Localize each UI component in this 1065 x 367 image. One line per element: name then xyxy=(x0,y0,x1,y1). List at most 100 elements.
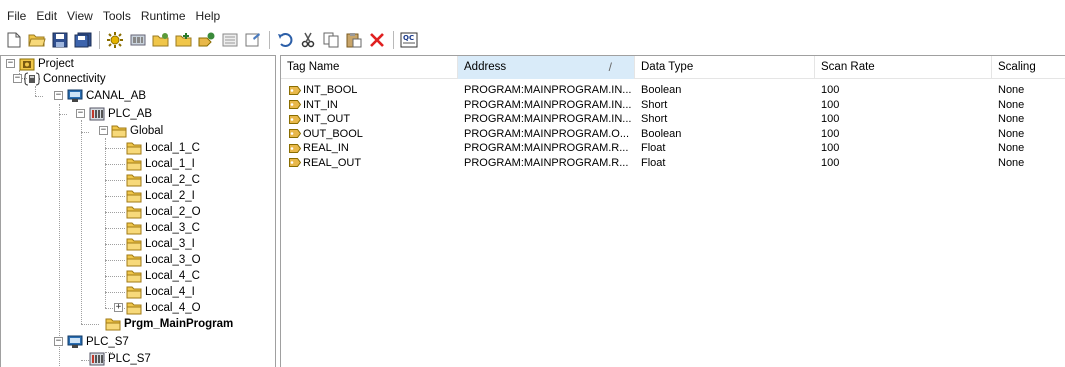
tree-expander-global[interactable]: − xyxy=(99,126,108,135)
tag-list-pane: Tag Name Address / Data Type Scan Rate Sc… xyxy=(280,55,1065,367)
save-all-icon[interactable] xyxy=(73,30,93,50)
device-icon[interactable] xyxy=(128,30,148,50)
sort-indicator-icon: / xyxy=(608,60,612,74)
cell-scan-rate: 100 xyxy=(821,98,840,111)
tree-label: Local_2_I xyxy=(145,190,195,202)
table-row[interactable]: INT_OUT PROGRAM:MAINPROGRAM.IN... Short 100… xyxy=(281,112,1065,127)
menu-runtime[interactable]: Runtime xyxy=(136,7,191,25)
tag-list-header: Tag Name Address / Data Type Scan Rate Sc… xyxy=(281,56,1065,79)
properties-icon[interactable] xyxy=(220,30,240,50)
tree-node-group[interactable]: Local_3_C xyxy=(126,220,200,236)
tree-node-group[interactable]: Local_1_I xyxy=(126,156,195,172)
folder-icon xyxy=(105,317,121,331)
tree-connector xyxy=(81,324,99,325)
tree-expander-plc-ab[interactable]: − xyxy=(76,109,85,118)
table-row[interactable]: REAL_IN PROGRAM:MAINPROGRAM.R... Float 100 N… xyxy=(281,141,1065,156)
column-header-tag-name[interactable]: Tag Name xyxy=(281,56,458,79)
add-group-icon[interactable] xyxy=(151,30,171,50)
tree-expander-group[interactable]: + xyxy=(114,303,123,312)
menu-file[interactable]: File xyxy=(2,7,31,25)
new-document-icon[interactable] xyxy=(4,30,24,50)
column-header-scaling[interactable]: Scaling xyxy=(992,56,1065,79)
folder-icon xyxy=(126,285,142,299)
tree-label: Local_3_O xyxy=(145,254,201,266)
column-header-label: Scan Rate xyxy=(821,61,875,73)
tag-name-text: REAL_IN xyxy=(303,142,349,155)
tree-node-device-s7[interactable]: PLC_S7 xyxy=(89,351,151,367)
tree-node-group[interactable]: Local_3_O xyxy=(126,252,201,268)
tree-node-connectivity[interactable]: Connectivity xyxy=(23,71,106,87)
tree-connector xyxy=(105,164,125,165)
copy-icon[interactable] xyxy=(321,30,341,50)
tag-icon xyxy=(289,114,301,124)
tree-node-channel-s7[interactable]: PLC_S7 xyxy=(67,334,129,350)
tree-node-group[interactable]: Local_2_O xyxy=(126,204,201,220)
tree-node-global[interactable]: Global xyxy=(111,123,163,139)
menu-edit[interactable]: Edit xyxy=(31,7,62,25)
settings-icon[interactable] xyxy=(243,30,263,50)
tree-node-group[interactable]: Local_4_I xyxy=(126,284,195,300)
tree-node-group[interactable]: Local_4_C xyxy=(126,268,200,284)
tree-label: Local_1_I xyxy=(145,158,195,170)
tree-node-group[interactable]: Local_2_C xyxy=(126,172,200,188)
cell-data-type: Short xyxy=(641,113,668,126)
add-folder-icon[interactable] xyxy=(174,30,194,50)
tree-node-group[interactable]: Local_4_O xyxy=(126,300,201,316)
cell-data-type: Boolean xyxy=(641,84,682,97)
cell-scan-rate: 100 xyxy=(821,113,840,126)
cell-address: PROGRAM:MAINPROGRAM.R... xyxy=(464,142,629,155)
tree-label: Local_2_O xyxy=(145,206,201,218)
tree-node-group[interactable]: Local_1_C xyxy=(126,140,200,156)
menu-help[interactable]: Help xyxy=(191,7,226,25)
add-tag-icon[interactable] xyxy=(197,30,217,50)
tree-label: PLC_S7 xyxy=(108,353,151,365)
connectivity-icon[interactable] xyxy=(105,30,125,50)
cell-scaling: None xyxy=(998,142,1025,155)
quick-client-icon[interactable]: QC xyxy=(399,30,419,50)
cell-address: PROGRAM:MAINPROGRAM.IN... xyxy=(464,98,632,111)
tree-node-project[interactable]: Project xyxy=(19,56,74,72)
tree-node-group[interactable]: Local_2_I xyxy=(126,188,195,204)
tree-label: Local_3_I xyxy=(145,238,195,250)
project-tree-pane: − Project − Connectivity − CANAL_AB − PL… xyxy=(0,55,276,367)
delete-icon[interactable] xyxy=(367,30,387,50)
tree-connector xyxy=(81,132,89,133)
tag-name-text: INT_OUT xyxy=(303,113,351,126)
cell-tag-name: INT_BOOL xyxy=(281,84,458,96)
column-header-scan-rate[interactable]: Scan Rate xyxy=(815,56,992,79)
table-row[interactable]: INT_BOOL PROGRAM:MAINPROGRAM.IN... Boolean… xyxy=(281,83,1065,98)
tree-connector xyxy=(35,96,43,97)
cell-scan-rate: 100 xyxy=(821,127,840,140)
tag-icon xyxy=(289,85,301,95)
column-header-data-type[interactable]: Data Type xyxy=(635,56,815,79)
cell-address: PROGRAM:MAINPROGRAM.IN... xyxy=(464,113,632,126)
save-icon[interactable] xyxy=(50,30,70,50)
menu-view[interactable]: View xyxy=(62,7,98,25)
paste-icon[interactable] xyxy=(344,30,364,50)
tree-expander-project[interactable]: − xyxy=(6,59,15,68)
tree-connector xyxy=(35,86,36,96)
tree-node-plc-ab[interactable]: PLC_AB xyxy=(89,106,152,122)
cut-icon[interactable] xyxy=(298,30,318,50)
tree-node-main-program[interactable]: Prgm_MainProgram xyxy=(105,316,233,332)
tree-connector xyxy=(59,114,67,115)
tree-expander-connectivity[interactable]: − xyxy=(13,74,22,83)
open-folder-icon[interactable] xyxy=(27,30,47,50)
column-header-address[interactable]: Address / xyxy=(458,56,635,79)
tag-name-text: INT_BOOL xyxy=(303,84,358,97)
undo-icon[interactable] xyxy=(275,30,295,50)
cell-address: PROGRAM:MAINPROGRAM.R... xyxy=(464,156,629,169)
menu-tools[interactable]: Tools xyxy=(98,7,136,25)
cell-scaling: None xyxy=(998,156,1025,169)
toolbar-separator xyxy=(269,31,270,49)
tree-label: Local_2_C xyxy=(145,174,200,186)
project-icon xyxy=(19,57,35,71)
tree-node-group[interactable]: Local_3_I xyxy=(126,236,195,252)
tree-expander-channel-s7[interactable]: − xyxy=(54,337,63,346)
table-row[interactable]: INT_IN PROGRAM:MAINPROGRAM.IN... Short 100 N… xyxy=(281,98,1065,113)
folder-icon xyxy=(126,157,142,171)
table-row[interactable]: REAL_OUT PROGRAM:MAINPROGRAM.R... Float 100… xyxy=(281,156,1065,171)
tree-node-channel-ab[interactable]: CANAL_AB xyxy=(67,88,146,104)
table-row[interactable]: OUT_BOOL PROGRAM:MAINPROGRAM.O... Boolean 1… xyxy=(281,127,1065,142)
tree-expander-channel-ab[interactable]: − xyxy=(54,91,63,100)
